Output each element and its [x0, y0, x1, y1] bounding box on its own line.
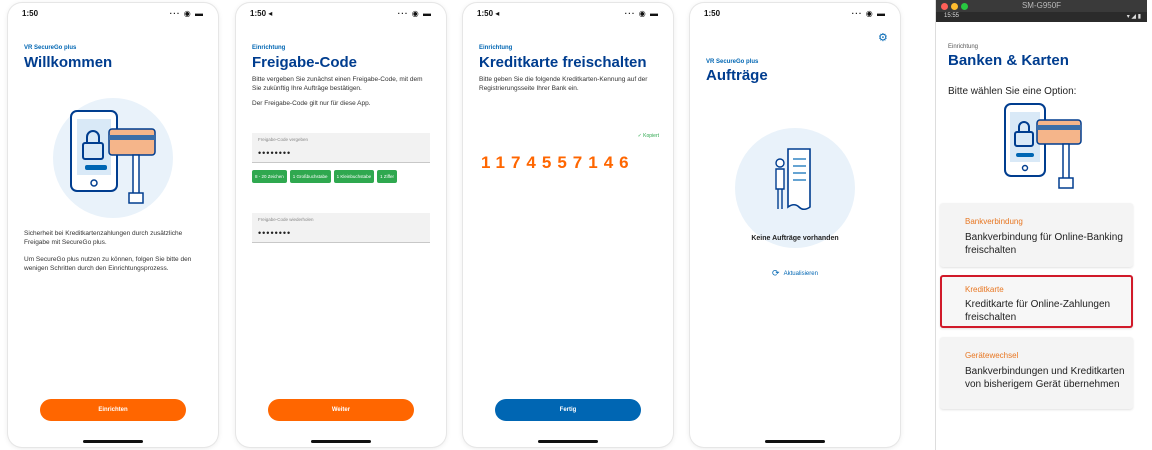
gear-icon[interactable]: ⚙	[878, 33, 888, 44]
status-bar: 1:50 ◂ ··· ◉ ▬	[477, 9, 659, 21]
setup-button[interactable]: Einrichten	[40, 399, 186, 421]
refresh-label: Aktualisieren	[783, 271, 818, 278]
setup-text: Um SecureGo plus nutzen zu können, folge…	[24, 256, 192, 272]
window-titlebar: SM-G950F	[936, 0, 1147, 12]
done-button[interactable]: Fertig	[495, 399, 641, 421]
refresh-button[interactable]: ⟳ Aktualisieren	[690, 268, 900, 279]
refresh-icon: ⟳	[772, 268, 780, 278]
option-description: Bankverbindungen und Kreditkarten von bi…	[965, 366, 1125, 390]
option-tag: Kreditkarte	[965, 285, 1004, 294]
page-subtitle: Bitte wählen Sie eine Option:	[948, 86, 1077, 97]
card-identifier-code[interactable]: 1174557146	[481, 153, 659, 173]
android-status-bar: 15:55 ▾ ◢ ▮	[936, 12, 1147, 22]
android-device-window: SM-G950F 15:55 ▾ ◢ ▮ Einrichtung Banken …	[935, 0, 1147, 450]
eyebrow-label: VR SecureGo plus	[24, 45, 77, 51]
home-indicator[interactable]	[83, 440, 143, 443]
home-indicator[interactable]	[765, 440, 825, 443]
option-tag: Bankverbindung	[965, 217, 1023, 226]
screen-release-code: 1:50 ◂ ··· ◉ ▬ Einrichtung Freigabe-Code…	[236, 3, 446, 447]
instruction-text: Bitte vergeben Sie zunächst einen Freiga…	[252, 76, 423, 92]
field-value: ••••••••	[258, 228, 292, 238]
rule-chip: 1 Ziffer	[377, 170, 398, 183]
window-title: SM-G950F	[1021, 1, 1062, 10]
intro-text: Sicherheit bei Kreditkartenzahlungen dur…	[24, 230, 183, 246]
repeat-code-field[interactable]: Freigabe-Code wiederholen ••••••••	[252, 213, 430, 243]
field-value: ••••••••	[258, 148, 292, 158]
empty-state-text: Keine Aufträge vorhanden	[751, 235, 839, 242]
page-title: Kreditkarte freischalten	[479, 54, 647, 71]
page-title: Willkommen	[24, 54, 113, 71]
screen-activate-card: 1:50 ◂ ··· ◉ ▬ Einrichtung Kreditkarte f…	[463, 3, 673, 447]
copied-indicator: ✓ Kopiert	[637, 133, 659, 139]
status-time: 15:55	[944, 13, 960, 19]
signal-wifi-battery-icon: ··· ◉ ▬	[169, 9, 204, 18]
rule-chip: 8 - 20 Zeichen	[252, 170, 287, 183]
option-device-change[interactable]: Gerätewechsel Bankverbindungen und Kredi…	[940, 337, 1133, 409]
status-time: 1:50 ◂	[250, 9, 273, 18]
status-time: 1:50 ◂	[477, 9, 500, 18]
screen-orders: 1:50 ··· ◉ ▬ ⚙ VR SecureGo plus Aufträge…	[690, 3, 900, 447]
home-indicator[interactable]	[311, 440, 371, 443]
signal-wifi-battery-icon: ··· ◉ ▬	[851, 9, 886, 18]
option-description: Bankverbindung für Online-Banking freisc…	[965, 232, 1123, 256]
phone-lock-card-icon	[70, 110, 156, 204]
status-bar: 1:50 ··· ◉ ▬	[22, 9, 204, 21]
password-rules: 8 - 20 Zeichen 1 Großbuchstabe 1 Kleinbu…	[252, 170, 442, 183]
signal-wifi-battery-icon: ··· ◉ ▬	[397, 9, 432, 18]
phone-lock-card-icon	[1004, 103, 1082, 189]
page-title: Banken & Karten	[948, 52, 1069, 69]
status-time: 1:50	[22, 9, 39, 18]
eyebrow-label: Einrichtung	[948, 44, 979, 50]
field-label: Freigabe-Code vergeben	[258, 137, 309, 142]
next-button[interactable]: Weiter	[268, 399, 414, 421]
status-bar: 1:50 ··· ◉ ▬	[704, 9, 886, 21]
rule-chip: 1 Großbuchstabe	[289, 170, 331, 183]
eyebrow-label: VR SecureGo plus	[706, 59, 759, 65]
option-description: Kreditkarte für Online-Zahlungen freisch…	[965, 299, 1111, 323]
option-bank-connection[interactable]: Bankverbindung Bankverbindung für Online…	[940, 203, 1133, 267]
home-indicator[interactable]	[538, 440, 598, 443]
scope-text: Der Freigabe-Code gilt nur für diese App…	[252, 100, 371, 107]
rule-chip: 1 Kleinbuchstabe	[333, 170, 375, 183]
eyebrow-label: Einrichtung	[252, 45, 286, 51]
release-code-field[interactable]: Freigabe-Code vergeben ••••••••	[252, 133, 430, 163]
option-credit-card[interactable]: Kreditkarte Kreditkarte für Online-Zahlu…	[940, 275, 1133, 328]
field-label: Freigabe-Code wiederholen	[258, 217, 314, 222]
eyebrow-label: Einrichtung	[479, 45, 513, 51]
page-title: Aufträge	[706, 67, 768, 84]
signal-wifi-battery-icon: ··· ◉ ▬	[624, 9, 659, 18]
screen-welcome: 1:50 ··· ◉ ▬ VR SecureGo plus Willkommen…	[8, 3, 218, 447]
instruction-text: Bitte geben Sie die folgende Kreditkarte…	[479, 76, 648, 92]
status-bar: 1:50 ◂ ··· ◉ ▬	[250, 9, 432, 21]
status-time: 1:50	[704, 9, 721, 18]
status-icons: ▾ ◢ ▮	[1126, 14, 1141, 20]
empty-document-icon	[775, 148, 811, 211]
page-title: Freigabe-Code	[252, 54, 358, 71]
option-tag: Gerätewechsel	[965, 351, 1019, 360]
